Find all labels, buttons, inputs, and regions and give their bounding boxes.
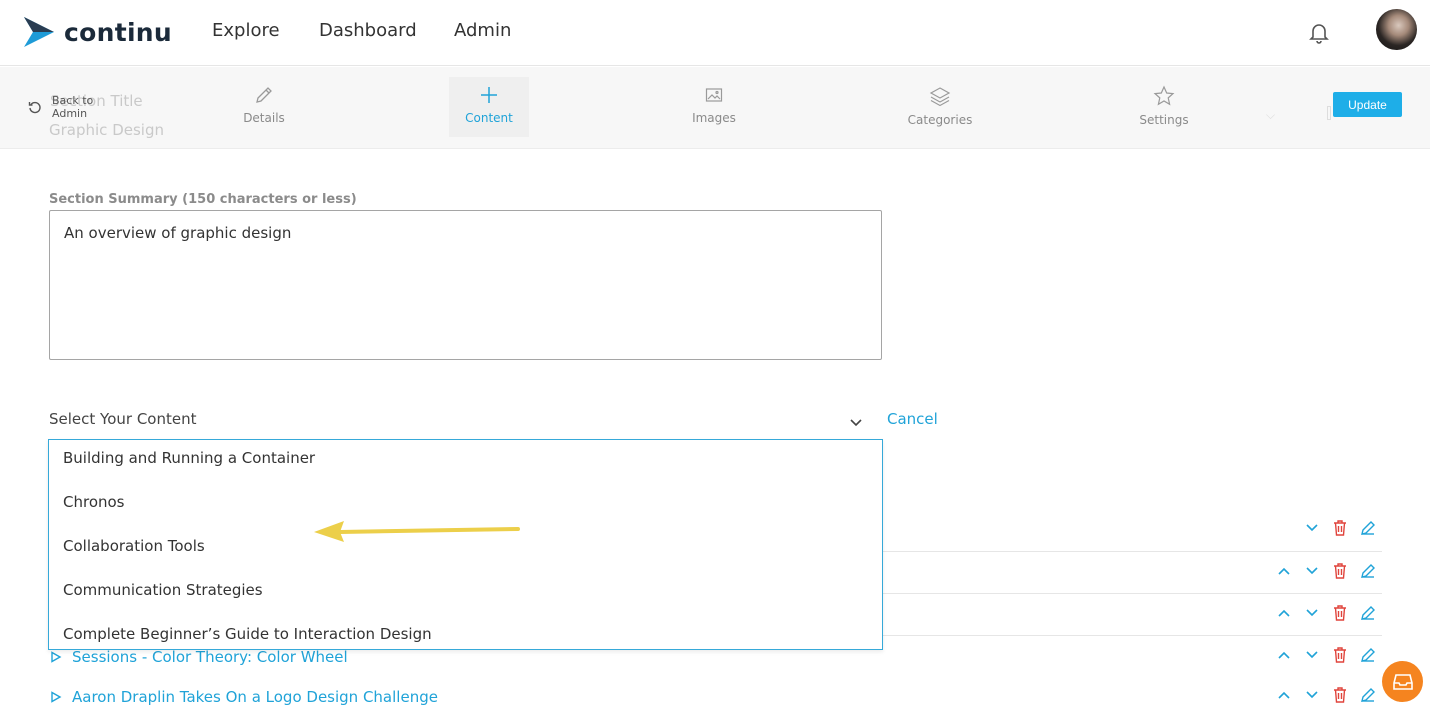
back-to-admin-label: Back to Admin [52,94,94,120]
logo-text: continu [64,17,173,47]
edit-pencil-icon[interactable] [1354,605,1382,621]
row-controls [1270,687,1382,703]
annotation-arrow-icon [310,515,525,549]
user-avatar[interactable] [1376,9,1417,50]
content-item-link[interactable]: Aaron Draplin Takes On a Logo Design Cha… [50,688,438,706]
tab-content[interactable]: Content [449,77,529,137]
help-fab-button[interactable] [1382,661,1423,702]
tab-content-label: Content [465,111,513,125]
tab-details-label: Details [243,111,285,125]
star-icon [1153,85,1175,106]
tab-categories[interactable]: Categories [900,77,980,137]
move-down-icon[interactable] [1298,650,1326,660]
row-controls [1270,605,1382,621]
edit-pencil-icon[interactable] [1354,563,1382,579]
top-navbar: continu Explore Dashboard Admin [0,0,1430,66]
nav-admin[interactable]: Admin [454,20,511,41]
layers-icon [929,87,951,107]
ghost-toggle-icon [1327,106,1331,120]
move-down-icon[interactable] [1298,523,1326,533]
logo-arrow-icon [24,17,54,47]
move-down-icon[interactable] [1298,608,1326,618]
dropdown-option[interactable]: Communication Strategies [63,581,263,599]
edit-pencil-icon[interactable] [1354,647,1382,663]
dropdown-option[interactable]: Complete Beginner’s Guide to Interaction… [63,625,432,643]
content-item-title: Sessions - Color Theory: Color Wheel [72,648,348,666]
dropdown-option[interactable]: Building and Running a Container [63,449,315,467]
tab-images[interactable]: Images [674,77,754,137]
tab-settings-label: Settings [1139,113,1189,127]
move-up-icon[interactable] [1270,650,1298,660]
move-up-icon[interactable] [1270,608,1298,618]
back-to-admin-button[interactable]: Back to Admin [28,94,112,120]
row-divider [882,593,1382,594]
trash-icon[interactable] [1326,605,1354,621]
content-item-link[interactable]: Sessions - Color Theory: Color Wheel [50,648,348,666]
play-icon [51,691,62,703]
nav-explore[interactable]: Explore [212,20,280,41]
ghost-chevron-icon: ⌵ [1266,108,1276,122]
inbox-icon [1392,673,1413,690]
trash-icon[interactable] [1326,687,1354,703]
plus-icon [481,87,497,103]
dropdown-option[interactable]: Collaboration Tools [63,537,205,555]
ghost-section-title-value: Graphic Design [49,121,164,139]
tab-images-label: Images [692,111,736,125]
section-summary-textarea[interactable]: An overview of graphic design [49,210,882,360]
pencil-icon [256,87,272,103]
select-content-dropdown[interactable]: Select Your Content [49,410,197,428]
edit-pencil-icon[interactable] [1354,687,1382,703]
move-down-icon[interactable] [1298,690,1326,700]
move-up-icon[interactable] [1270,566,1298,576]
edit-pencil-icon[interactable] [1354,520,1382,536]
continu-logo[interactable]: continu [24,16,172,48]
move-down-icon[interactable] [1298,566,1326,576]
trash-icon[interactable] [1326,520,1354,536]
update-button[interactable]: Update [1333,92,1402,117]
bell-icon[interactable] [1307,20,1331,48]
chevron-down-icon[interactable] [849,413,863,432]
move-up-icon[interactable] [1270,690,1298,700]
nav-dashboard[interactable]: Dashboard [319,20,417,41]
trash-icon[interactable] [1326,563,1354,579]
tab-details[interactable]: Details [224,77,304,137]
cancel-link[interactable]: Cancel [887,410,938,428]
section-summary-label: Section Summary (150 characters or less) [49,192,357,207]
row-controls [1270,647,1382,663]
content-item-title: Aaron Draplin Takes On a Logo Design Cha… [72,688,438,706]
undo-icon [28,101,41,114]
row-controls [1298,520,1382,536]
row-divider [882,551,1382,552]
tab-categories-label: Categories [907,113,973,127]
trash-icon[interactable] [1326,647,1354,663]
dropdown-option[interactable]: Chronos [63,493,125,511]
tab-settings[interactable]: Settings [1124,77,1204,137]
row-divider [882,635,1382,636]
row-controls [1270,563,1382,579]
play-icon [51,651,62,663]
image-icon [705,88,723,102]
